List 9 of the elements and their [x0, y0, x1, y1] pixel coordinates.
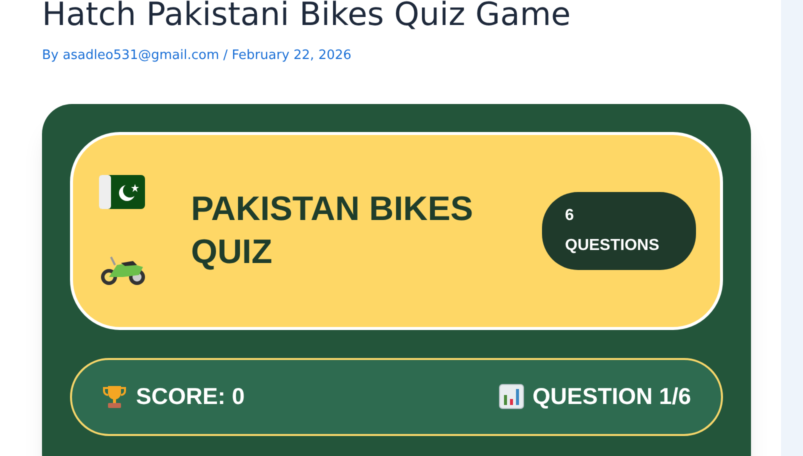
question-counter: QUESTION 1/6	[532, 382, 691, 412]
bar-chart-icon	[498, 384, 524, 409]
flag-icon	[99, 174, 145, 208]
trophy-icon	[102, 384, 127, 409]
post-title: Hatch Pakistani Bikes Quiz Game	[42, 0, 572, 34]
questions-badge: 6 QUESTIONS	[542, 192, 696, 270]
post-byline: By asadleo531@gmail.com / February 22, 2026	[42, 47, 352, 65]
quiz-title: PAKISTAN BIKES QUIZ	[191, 188, 474, 272]
score-text: SCORE: 0	[136, 382, 245, 412]
